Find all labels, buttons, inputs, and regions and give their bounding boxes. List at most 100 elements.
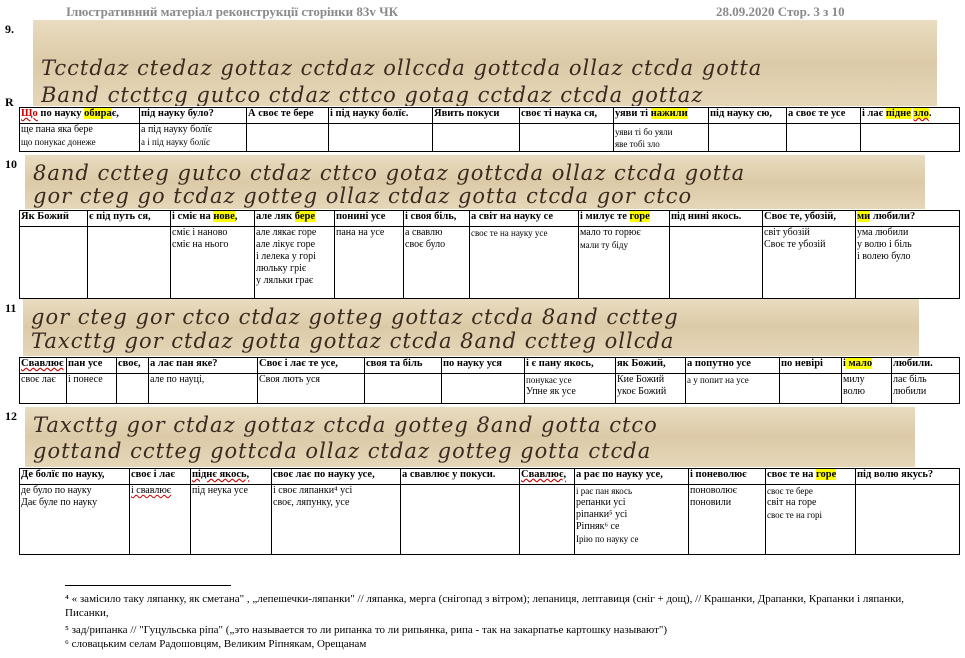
header-cell: А своє те бере (246, 107, 329, 124)
header-cell: і є пану якось, (524, 357, 616, 374)
header-cell: під науку було? (139, 107, 247, 124)
data-cell (87, 226, 171, 299)
data-cell: пана на усе (334, 226, 404, 299)
header-cell: а свавлює у покуси. (400, 468, 520, 485)
data-cell: а під науку болїє а і під науку болїє (139, 123, 247, 152)
header-row: Де болїє по науку, своє і лає піднє якос… (19, 468, 960, 485)
manuscript-line: gor cteg gor ctco ctdaz gotteg gottaz ct… (31, 305, 679, 329)
block-number: 12 (5, 409, 17, 423)
header-cell: і поневолює (688, 468, 766, 485)
header-cell: а лає пан яке? (148, 357, 258, 374)
header-cell: як Божий, (615, 357, 686, 374)
block-number: 9. (5, 22, 14, 36)
header-cell: і мало (841, 357, 892, 374)
manuscript-line: gottand cctteg gottcda ollaz ctdaz gotte… (33, 439, 652, 463)
manuscript-line: Taxcttg gor ctdaz gotta gottaz ctcda 8an… (31, 329, 675, 353)
data-cell (519, 484, 575, 555)
data-cell (779, 373, 842, 404)
manuscript-line: gor cteg go tcdaz gotteg ollaz ctdaz got… (33, 184, 693, 208)
data-cell (669, 226, 763, 299)
data-cell (432, 123, 520, 152)
data-cell: але по науці, (148, 373, 258, 404)
data-cell (708, 123, 787, 152)
header-cell: Свавлює (19, 357, 67, 374)
block-number: 11 (5, 301, 17, 315)
page-header: Ілюстративний матеріал реконструкції сто… (0, 4, 965, 20)
manuscript-image: Tcctdaz ctedaz gottaz cctdaz ollccda got… (33, 20, 937, 106)
data-cell: своє те на науку усе (469, 226, 579, 299)
block-10: 10 8and cctteg gutco ctdaz cttco gotaz g… (5, 155, 960, 299)
data-row: своє лає і понесе але по науці, Своя лют… (19, 373, 960, 404)
data-cell: де було по науку Дає буле по науку (19, 484, 130, 555)
data-cell: лає біль любили (891, 373, 960, 404)
data-cell: ума любили у волю і біль і волею було (855, 226, 960, 299)
header-cell: під нині якось. (669, 210, 763, 227)
manuscript-line: Taxcttg gor ctdaz gottaz ctcda gotteg 8a… (33, 413, 658, 437)
data-cell: понукає усе Упне як усе (524, 373, 616, 404)
data-cell: уяви ті бо уяли яве тобі зло (613, 123, 709, 152)
data-cell: Кие Божий укоє Божий (615, 373, 686, 404)
data-row: ще пана яка бере що понукає донеже а під … (19, 123, 960, 152)
header-cell: і своя біль, (403, 210, 470, 227)
transcription-table: Свавлює пан усе своє, а лає пан яке? Сво… (19, 357, 960, 404)
header-cell: своє і лає (129, 468, 191, 485)
header-cell: Як Божий (19, 210, 88, 227)
header-cell: і під науку болїє. (328, 107, 433, 124)
header-row: Як Божий є під путь ся, і сміє на нове, … (19, 210, 960, 227)
data-cell: сміє і наново сміє на нього (170, 226, 255, 299)
header-cell: своє лає по науку усе, (271, 468, 401, 485)
header-cell: є під путь ся, (87, 210, 171, 227)
data-cell (364, 373, 442, 404)
data-cell: і рає пан якось репанки усі ріпанки⁵ усі Рі… (574, 484, 689, 555)
header-cell: своя та біль (364, 357, 442, 374)
data-cell: мало то горює мали ту біду (578, 226, 670, 299)
manuscript-image: 8and cctteg gutco ctdaz cttco gotaz gott… (25, 155, 925, 209)
manuscript-line: 8and cctteg gutco ctdaz cttco gotaz gott… (33, 161, 746, 185)
header-cell: а своє те усе (786, 107, 861, 124)
manuscript-line: Band ctcttcg gutco ctdaz cttco gotag cct… (41, 83, 704, 106)
footnote-6: ⁶ словацьким селам Радошовцям, Великим Р… (65, 638, 367, 650)
manuscript-image: Taxcttg gor ctdaz gottaz ctcda gotteg 8a… (25, 407, 915, 467)
header-cell: Явить покуси (432, 107, 520, 124)
header-cell: любили. (891, 357, 960, 374)
data-cell: під неука усе (190, 484, 272, 555)
data-row: де було по науку Дає буле по науку і свав… (19, 484, 960, 555)
header-cell: уяви ті нажили (613, 107, 709, 124)
header-row: Свавлює пан усе своє, а лає пан яке? Сво… (19, 357, 960, 374)
header-cell: Що по науку обирає, (19, 107, 140, 124)
header-cell: своє ті наука ся, (519, 107, 614, 124)
header-cell: а рає по науку усе, (574, 468, 689, 485)
header-cell: під науку сю, (708, 107, 787, 124)
header-cell: під волю якусь? (855, 468, 960, 485)
footnote-4: ⁴ « замісило таку ляпанку, як сметана" ,… (65, 593, 905, 619)
header-cell: а світ на науку се (469, 210, 579, 227)
block-12: 12 Taxcttg gor ctdaz gottaz ctcda gotteg… (5, 407, 960, 557)
data-cell: своє те бере світ на горе своє те на горі (765, 484, 856, 555)
block-mark: R (5, 95, 14, 109)
data-cell (786, 123, 861, 152)
data-cell (441, 373, 525, 404)
data-cell: але лякає горе але лікує горе і лелека у г… (254, 226, 335, 299)
header-cell: по невірі (779, 357, 842, 374)
data-cell: милу волю (841, 373, 892, 404)
header-cell: і сміє на нове, (170, 210, 255, 227)
data-cell: Своя лють уся (257, 373, 365, 404)
header-cell: пан усе (66, 357, 117, 374)
header-cell: Де болїє по науку, (19, 468, 130, 485)
block-11: 11 gor cteg gor ctco ctdaz gotteg gottaz… (5, 299, 960, 405)
header-cell: Своє те, убозій, (762, 210, 856, 227)
transcription-table: Де болїє по науку, своє і лає піднє якос… (19, 468, 960, 555)
header-cell: понині усе (334, 210, 404, 227)
transcription-table: Що по науку обирає, під науку було? А св… (19, 107, 960, 152)
header-cell: по науку уся (441, 357, 525, 374)
data-cell (116, 373, 149, 404)
header-date-page: 28.09.2020 Стор. 3 з 10 (716, 4, 845, 19)
footnote-5: ⁵ зад/рипанка // "Гуцульська ріпа" („это… (65, 624, 668, 636)
manuscript-image: gor cteg gor ctco ctdaz gotteg gottaz ct… (23, 299, 919, 356)
header-title: Ілюстративний матеріал реконструкції сто… (66, 4, 399, 19)
data-cell (400, 484, 520, 555)
header-cell: Свавлює, (519, 468, 575, 485)
header-cell: ми любили? (855, 210, 960, 227)
block-9: 9. R Tcctdaz ctedaz gottaz cctdaz ollccd… (5, 20, 960, 153)
data-cell: і своє ляпанки⁴ усі своє, ляпунку, усе (271, 484, 401, 555)
